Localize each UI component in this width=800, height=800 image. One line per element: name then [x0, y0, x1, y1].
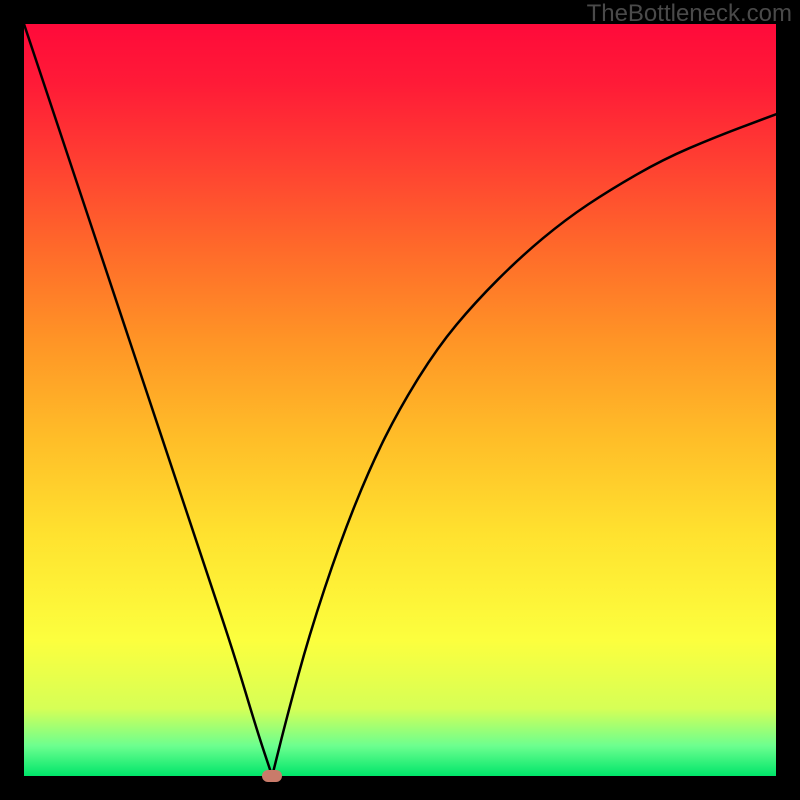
watermark-text: TheBottleneck.com — [587, 0, 792, 28]
bottleneck-curve — [24, 24, 776, 776]
plot-area — [24, 24, 776, 776]
minimum-marker — [262, 770, 282, 782]
curve-right-branch — [272, 114, 776, 776]
curve-left-branch — [24, 24, 272, 776]
